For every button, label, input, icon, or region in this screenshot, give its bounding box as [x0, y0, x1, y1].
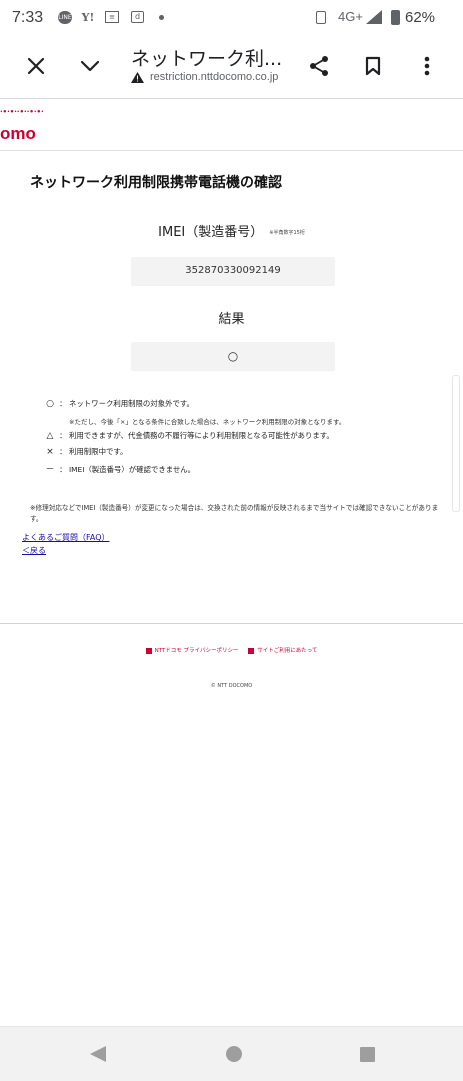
more-options-button[interactable]	[411, 50, 443, 82]
legend-text: 利用制限中です。	[69, 447, 128, 456]
notification-dot-icon	[159, 15, 164, 20]
close-tab-button[interactable]	[20, 50, 52, 82]
privacy-policy-link[interactable]: NTTドコモ プライバシーポリシー	[145, 647, 239, 654]
legend-symbol: ○	[46, 399, 54, 409]
site-terms-label: サイトご利用にあたって	[257, 648, 318, 654]
result-value-field: ○	[131, 342, 335, 370]
legend-row: －： IMEI（製造番号）が確認できません。	[43, 462, 195, 475]
back-triangle-icon[interactable]	[90, 1046, 106, 1062]
footer-divider	[0, 623, 463, 624]
imei-value-field: 352870330092149	[131, 257, 335, 285]
battery-icon	[391, 10, 400, 25]
imei-change-footnote: ※修理対応などでIMEI（製造番号）が変更になった場合は、交換された前の情報が反…	[30, 504, 439, 523]
faq-link[interactable]: よくあるご質問（FAQ）	[22, 532, 110, 543]
vibrate-icon	[316, 11, 326, 24]
close-icon	[27, 57, 45, 75]
legend-text: IMEI（製造番号）が確認できません。	[69, 465, 196, 474]
page-title: ネットワーク利用制限携帯電話機の確認	[30, 175, 282, 191]
legend-row: ×：利用制限中です。	[43, 446, 127, 457]
bookmark-icon	[365, 56, 381, 76]
arrow-square-icon	[248, 647, 255, 654]
legend-row: ○：ネットワーク利用制限の対象外です。	[43, 398, 194, 409]
d-menu-icon: d	[131, 11, 144, 23]
url-text: restriction.nttdocomo.co.jp	[150, 71, 279, 83]
home-circle-icon[interactable]	[226, 1046, 242, 1062]
page-tab-title: ネットワーク利...	[131, 48, 283, 70]
url-display[interactable]: restriction.nttdocomo.co.jp	[131, 71, 278, 83]
bookmark-button[interactable]	[357, 50, 389, 82]
more-vert-icon	[424, 56, 430, 76]
imei-label-text: IMEI（製造番号）	[158, 225, 264, 240]
arrow-square-icon	[145, 647, 152, 654]
legend-symbol: ×	[46, 447, 54, 457]
warning-icon	[131, 71, 144, 83]
logo-text: omo	[0, 124, 36, 143]
battery-percent: 62%	[405, 9, 436, 26]
scrollbar[interactable]	[452, 375, 460, 512]
imei-label: IMEI（製造番号） ※半角数字15桁	[0, 221, 463, 240]
legend-symbol: △	[46, 431, 54, 441]
recents-square-icon[interactable]	[360, 1047, 375, 1062]
signal-icon	[366, 10, 382, 24]
logo-tagline: ·•·•··•··•·•·	[0, 108, 44, 116]
yahoo-icon: Y!	[81, 11, 95, 24]
legend-text: 利用できますが、代金債務の不履行等により利用制限となる可能性があります。	[69, 431, 334, 440]
network-type: 4G+	[338, 9, 363, 24]
chevron-down-icon	[80, 60, 100, 72]
legend-note: ※ただし、今後「×」となる条件に合致した場合は、ネットワーク利用制限の対象となり…	[69, 418, 346, 426]
status-time: 7:33	[12, 9, 44, 26]
copyright: © NTT DOCOMO	[210, 683, 253, 689]
news-icon: ≡	[105, 11, 119, 23]
share-icon	[310, 56, 328, 76]
browser-toolbar: ネットワーク利... restriction.nttdocomo.co.jp	[0, 36, 463, 99]
back-link[interactable]: ＜戻る	[22, 545, 46, 556]
footer-links: NTTドコモ プライバシーポリシー サイトご利用にあたって	[0, 646, 463, 654]
header-divider	[0, 150, 463, 151]
system-nav-bar	[0, 1026, 463, 1081]
legend-symbol: －	[45, 465, 55, 475]
imei-note: ※半角数字15桁	[269, 230, 305, 236]
legend-row: △：利用できますが、代金債務の不履行等により利用制限となる可能性があります。	[43, 430, 334, 441]
privacy-policy-label: NTTドコモ プライバシーポリシー	[154, 648, 239, 654]
line-app-icon: LINE	[58, 11, 72, 24]
site-terms-link[interactable]: サイトご利用にあたって	[248, 647, 318, 654]
legend-text: ネットワーク利用制限の対象外です。	[69, 399, 194, 408]
result-label: 結果	[218, 312, 245, 327]
status-bar: 7:33 LINE Y! ≡ d 4G+ 62%	[0, 0, 463, 36]
share-button[interactable]	[303, 50, 335, 82]
minimize-button[interactable]	[74, 50, 106, 82]
